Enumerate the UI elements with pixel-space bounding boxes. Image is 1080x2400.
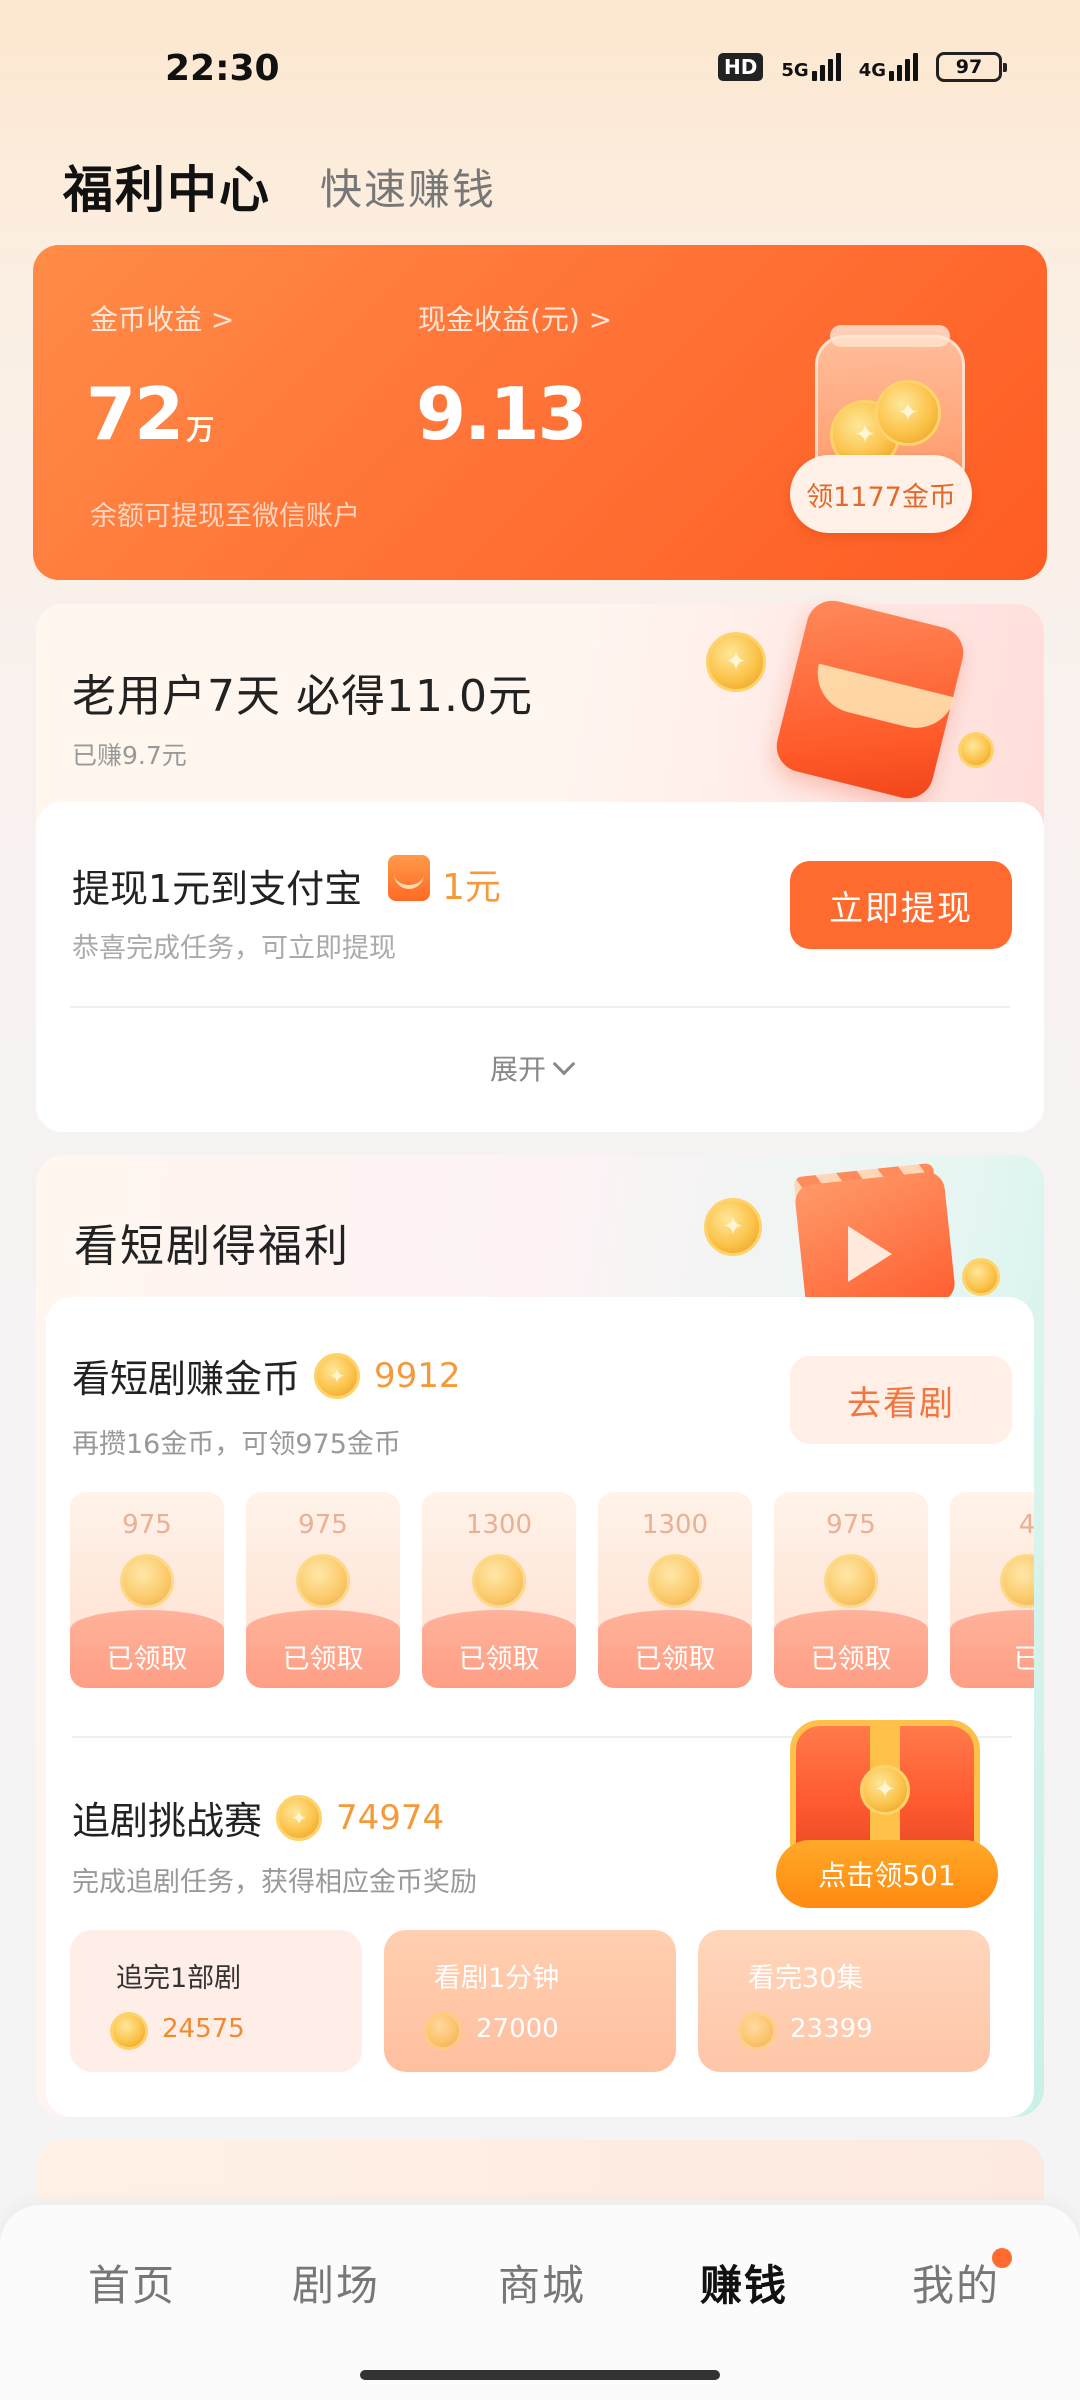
task-title: 看剧1分钟 [434, 1963, 560, 1994]
tab-home[interactable]: 首页 [88, 2252, 176, 2313]
collect-coins-button[interactable]: 领1177金币 [790, 455, 972, 533]
coin-icon [296, 1554, 350, 1608]
challenge-coin-count: 74974 [336, 1797, 445, 1838]
reward-status: 已领取 [282, 1644, 364, 1675]
status-time: 22:30 [165, 48, 280, 89]
reward-item[interactable]: 4 已 [950, 1492, 1034, 1688]
reward-item[interactable]: 975 已领取 [246, 1492, 400, 1688]
tab-earn[interactable]: 赚钱 [700, 2252, 788, 2313]
reward-status: 已领取 [634, 1644, 716, 1675]
task-title: 追完1部剧 [116, 1963, 242, 1994]
reward-value: 975 [122, 1510, 172, 1540]
coin-icon [424, 2012, 462, 2050]
cash-earnings-link[interactable]: 现金收益(元) > [418, 298, 612, 338]
old-user-earned: 已赚9.7元 [72, 741, 187, 770]
coin-icon: ✦ [706, 632, 766, 692]
withdraw-now-button[interactable]: 立即提现 [790, 861, 1012, 949]
coin-icon [120, 1554, 174, 1608]
reward-item[interactable]: 1300 已领取 [598, 1492, 752, 1688]
coin-icon [1000, 1554, 1034, 1608]
battery-icon: 97 [936, 52, 1007, 82]
reward-status: 已领取 [106, 1644, 188, 1675]
task-value: 23399 [790, 2014, 873, 2044]
chest-lock-icon: ✦ [860, 1765, 910, 1815]
red-packet-icon [388, 855, 430, 901]
reward-value: 975 [826, 1510, 876, 1540]
go-watch-button[interactable]: 去看剧 [790, 1356, 1012, 1444]
task-title: 看完30集 [748, 1963, 864, 1994]
withdraw-hint: 余额可提现至微信账户 [90, 501, 360, 532]
tab-welfare-center[interactable]: 福利中心 [63, 150, 271, 222]
tab-mall[interactable]: 商城 [498, 2252, 586, 2313]
reward-item[interactable]: 975 已领取 [774, 1492, 928, 1688]
challenge-row: 追剧挑战赛 ✦ 74974 [72, 1790, 444, 1845]
chevron-down-icon [552, 1052, 576, 1076]
status-icons: HD 5G 4G 97 [718, 52, 1007, 82]
coin-value: 72 [86, 372, 184, 456]
watch-earn-title: 看短剧赚金币 [72, 1357, 301, 1401]
cash-value: 9.13 [416, 372, 588, 456]
reward-item[interactable]: 975 已领取 [70, 1492, 224, 1688]
reward-strip[interactable]: 975 已领取 975 已领取 1300 已领取 1300 已领取 975 已领… [70, 1492, 1034, 1692]
challenge-task-3[interactable]: 看完30集 23399 [698, 1930, 990, 2072]
reward-value: 975 [298, 1510, 348, 1540]
coin-icon: ✦ [314, 1352, 361, 1399]
short-drama-title: 看短剧得福利 [74, 1221, 350, 1272]
withdraw-task-title: 提现1元到支付宝 [72, 867, 363, 911]
play-icon [848, 1226, 892, 1282]
challenge-task-1[interactable]: 追完1部剧 24575 [70, 1930, 362, 2072]
reward-status: 已 [1013, 1644, 1035, 1675]
coin-icon [824, 1554, 878, 1608]
tab-quick-earn[interactable]: 快速赚钱 [320, 156, 496, 217]
task-value: 27000 [476, 2014, 559, 2044]
watch-earn-subtitle: 再攒16金币，可领975金币 [72, 1429, 401, 1460]
coin-earnings-value: 72 万 [86, 372, 214, 456]
reward-item[interactable]: 1300 已领取 [422, 1492, 576, 1688]
network-label-2: 4G [858, 60, 886, 81]
reward-value: 1300 [641, 1510, 709, 1540]
coin-unit: 万 [186, 413, 215, 446]
reward-value: 4 [1018, 1510, 1034, 1540]
challenge-task-2[interactable]: 看剧1分钟 27000 [384, 1930, 676, 2072]
reward-value: 1300 [465, 1510, 533, 1540]
watch-earn-row: 看短剧赚金币 ✦ 9912 [72, 1348, 461, 1403]
expand-label: 展开 [490, 1053, 547, 1086]
coin-icon [738, 2012, 776, 2050]
reward-status: 已领取 [458, 1644, 540, 1675]
next-card-peek [36, 2140, 1044, 2200]
reward-status: 已领取 [810, 1644, 892, 1675]
coin-earnings-link[interactable]: 金币收益 > [90, 298, 234, 338]
tab-theater[interactable]: 剧场 [292, 2252, 380, 2313]
old-user-title: 老用户7天 必得11.0元 [72, 671, 533, 722]
signal-4g-icon: 4G [859, 53, 918, 81]
coin-icon [110, 2012, 148, 2050]
challenge-title: 追剧挑战赛 [72, 1799, 263, 1843]
hd-icon: HD [718, 53, 764, 81]
signal-5g-icon: 5G [781, 53, 841, 81]
coin-icon: ✦ [875, 380, 941, 446]
coin-icon [958, 732, 994, 768]
tab-mine[interactable]: 我的 [912, 2252, 1000, 2313]
expand-button[interactable]: 展开 [490, 1048, 576, 1088]
home-indicator[interactable] [360, 2370, 720, 2380]
divider [70, 1006, 1010, 1008]
coin-icon: ✦ [276, 1794, 323, 1841]
claim-challenge-button[interactable]: 点击领501 [776, 1840, 998, 1908]
coin-icon [648, 1554, 702, 1608]
challenge-subtitle: 完成追剧任务，获得相应金币奖励 [72, 1867, 477, 1898]
coin-icon [962, 1258, 1000, 1296]
coin-icon [472, 1554, 526, 1608]
withdraw-task-subtitle: 恭喜完成任务，可立即提现 [72, 933, 396, 964]
task-value: 24575 [162, 2014, 245, 2044]
watch-coin-count: 9912 [374, 1355, 461, 1396]
network-label-1: 5G [781, 60, 809, 81]
notification-dot [992, 2248, 1012, 2268]
withdraw-amount: 1元 [442, 867, 501, 908]
coin-icon: ✦ [704, 1198, 762, 1256]
